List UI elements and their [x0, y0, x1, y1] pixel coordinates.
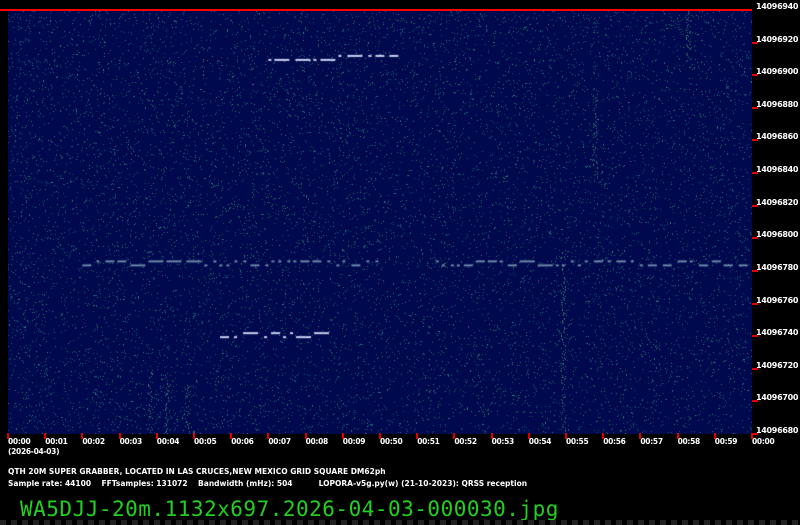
- x-tick-label: 00:51: [417, 437, 440, 446]
- y-tick-label: 14096780: [756, 262, 799, 272]
- y-tick-label: 14096720: [756, 360, 799, 370]
- y-tick-label: 14096760: [756, 295, 799, 305]
- x-tick-label: 00:02: [82, 437, 105, 446]
- x-tick-label: 00:00: [752, 437, 775, 446]
- y-tick-label: 14096840: [756, 165, 799, 175]
- y-tick-label: 14096940: [756, 2, 799, 11]
- x-tick-label: 00:00: [8, 437, 31, 446]
- receiver-info: Sample rate: 44100 FFTsamples: 131072 Ba…: [8, 479, 528, 488]
- x-tick-label: 00:05: [194, 437, 217, 446]
- y-tick-label: 14096700: [756, 393, 799, 403]
- x-tick-label: 00:56: [603, 437, 626, 446]
- x-tick-label: 00:01: [45, 437, 68, 446]
- station-info: QTH 20M SUPER GRABBER, LOCATED IN LAS CR…: [8, 467, 386, 476]
- y-tick-label: 14096680: [756, 426, 799, 435]
- y-tick-label: 14096860: [756, 132, 799, 142]
- x-tick-label: 00:06: [231, 437, 254, 446]
- x-tick-label: 00:50: [380, 437, 403, 446]
- y-tick-label: 14096900: [756, 67, 799, 77]
- date-label: (2026-04-03): [8, 447, 60, 456]
- y-tick-label: 14096820: [756, 197, 799, 207]
- filename-banner: WA5DJJ-20m.1132x697.2026-04-03-000030.jp…: [20, 497, 559, 521]
- y-tick-label: 14096740: [756, 328, 799, 338]
- x-tick-label: 00:04: [156, 437, 180, 446]
- x-tick-label: 00:53: [491, 437, 515, 446]
- x-tick-label: 00:52: [454, 437, 477, 446]
- x-tick-label: 00:57: [640, 437, 663, 446]
- x-tick-label: 00:54: [528, 437, 552, 446]
- x-tick-label: 00:08: [305, 437, 329, 446]
- x-tick-label: 00:09: [342, 437, 366, 446]
- x-tick-label: 00:03: [119, 437, 143, 446]
- bottom-dash-strip: [0, 520, 800, 525]
- spectrogram-plot: [8, 10, 752, 434]
- x-tick-label: 00:59: [714, 437, 738, 446]
- x-tick-label: 00:58: [677, 437, 701, 446]
- y-tick-label: 14096920: [756, 34, 799, 44]
- x-tick-label: 00:55: [566, 437, 589, 446]
- y-tick-label: 14096800: [756, 230, 799, 240]
- top-frequency-line: [0, 9, 752, 11]
- x-tick-label: 00:07: [268, 437, 291, 446]
- y-tick-label: 14096880: [756, 99, 799, 109]
